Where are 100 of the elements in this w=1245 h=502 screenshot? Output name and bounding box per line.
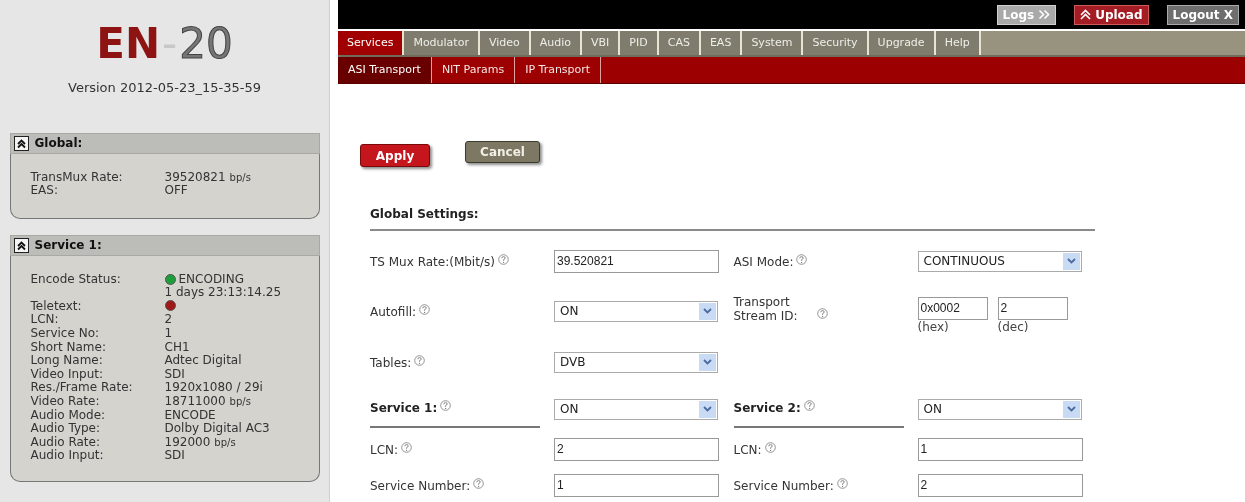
field-value: Dolby Digital AC3 (164, 422, 270, 436)
nav-tab[interactable]: Help (935, 31, 981, 56)
help-icon (803, 399, 815, 411)
nav-tab[interactable]: Modulator (404, 31, 480, 56)
field-value: CH1 (164, 340, 190, 354)
field-value: 192000 (164, 435, 211, 450)
collapse-icon[interactable] (13, 237, 29, 253)
help-icon (414, 355, 426, 366)
help-icon (401, 442, 413, 453)
field-label: ASI Mode: (733, 255, 794, 269)
nav-tab[interactable]: Audio (530, 31, 583, 56)
field-label: Short Name: (30, 340, 107, 355)
field-value: 1920x1080 / 29i (164, 381, 263, 396)
section-title: Global Settings: (370, 207, 479, 221)
collapse-icon[interactable] (13, 135, 29, 151)
input-field[interactable]: 2 (554, 437, 719, 461)
field-value: ENCODE (164, 408, 216, 422)
field-label: Audio Type: (30, 422, 102, 436)
field-value: 39520821 (164, 170, 226, 185)
dropdown[interactable]: ON (554, 300, 718, 322)
dropdown[interactable]: DVB (554, 351, 718, 373)
field-label: Service Number: (733, 479, 834, 493)
help-icon (440, 399, 452, 411)
field-label: Tables: (370, 356, 412, 370)
field-label: Transport Stream ID: (733, 295, 799, 323)
field-value: 1 days 23:13:14.25 (164, 286, 282, 300)
unit-label: bp/s (214, 435, 236, 450)
help-icon (473, 478, 485, 489)
field-caption: (dec) (997, 319, 1030, 334)
input-field[interactable]: 2 (917, 473, 1083, 497)
chevron-down-icon (703, 359, 712, 365)
input-field[interactable]: 1 (917, 437, 1083, 461)
logout-button[interactable]: Logout X (1166, 4, 1239, 25)
field-label: EAS: (30, 184, 59, 198)
field-label: Service Number: (370, 479, 471, 493)
field-label: Audio Rate: (30, 435, 101, 449)
version-label: Version 2012-05-23_15-35-59 (68, 79, 261, 97)
nav-tab[interactable]: Video (479, 31, 531, 56)
dropdown[interactable]: ON (917, 398, 1082, 420)
panel-title: Service 1: (34, 237, 102, 255)
field-label: Video Input: (30, 367, 105, 382)
help-icon (836, 478, 848, 489)
upload-button[interactable]: Upload (1074, 4, 1149, 25)
field-label: Encode Status: (30, 272, 122, 288)
field-value: Adtec Digital (164, 354, 242, 368)
chevron-down-icon (1066, 258, 1076, 264)
field-label: Teletext: (30, 299, 83, 314)
cancel-button[interactable]: Cancel (465, 141, 540, 163)
field-label: LCN: (370, 443, 399, 457)
input-field[interactable]: 0x0002 (917, 296, 988, 320)
input-field[interactable]: 39.520821 (554, 249, 719, 273)
field-label: TransMux Rate: (30, 170, 124, 185)
field-label: Autofill: (370, 305, 417, 319)
field-label: Service No: (30, 327, 101, 341)
field-value: ENCODING (178, 272, 244, 286)
field-label: Audio Mode: (30, 408, 107, 422)
field-label: Video Rate: (30, 395, 101, 409)
double-chevron-right-icon (1038, 9, 1051, 21)
field-value: 18711000 (164, 395, 226, 409)
field-label: Long Name: (30, 354, 104, 368)
panel-title: Global: (34, 135, 83, 152)
chevron-down-icon (703, 406, 712, 412)
unit-label: bp/s (229, 170, 251, 185)
chevron-down-icon (703, 308, 712, 314)
input-field[interactable]: 2 (997, 296, 1068, 320)
field-label: Res./Frame Rate: (30, 381, 134, 395)
input-field[interactable]: 1 (554, 473, 719, 497)
field-label: LCN: (733, 443, 762, 457)
field-caption: (hex) (917, 319, 950, 334)
field-label: Audio Input: (30, 449, 105, 463)
apply-button[interactable]: Apply (360, 144, 430, 167)
logo: EN-20 (96, 22, 233, 66)
field-value: SDI (164, 449, 185, 463)
help-icon (764, 442, 776, 453)
help-icon (497, 254, 509, 265)
subtab[interactable]: ASI Transport (338, 57, 432, 83)
field-label: LCN: (30, 313, 60, 327)
dropdown[interactable]: CONTINUOUS (917, 250, 1082, 272)
nav-tab[interactable]: System (742, 31, 804, 56)
section-title: Service 2: (733, 400, 801, 415)
nav-tab[interactable]: PID (620, 31, 659, 56)
help-icon (419, 304, 431, 315)
nav-tab[interactable]: Security (803, 31, 869, 56)
chevron-down-icon (1066, 406, 1076, 412)
section-title: Service 1: (370, 400, 438, 415)
field-value: 1 (164, 327, 173, 341)
nav-tab[interactable]: CAS (658, 31, 701, 56)
nav-tab[interactable]: EAS (700, 31, 743, 56)
help-icon (816, 308, 828, 319)
double-chevron-up-icon (1080, 9, 1092, 21)
dropdown[interactable]: ON (554, 398, 718, 420)
field-label: TS Mux Rate:(Mbit/s) (370, 255, 495, 269)
nav-tab[interactable]: Services (338, 31, 405, 56)
field-value: 2 (164, 313, 173, 328)
help-icon (796, 254, 808, 265)
nav-tab[interactable]: Upgrade (868, 31, 936, 56)
field-value: OFF (164, 184, 188, 198)
unit-label: bp/s (229, 395, 251, 409)
nav-tab[interactable]: VBI (582, 31, 621, 56)
field-value: SDI (164, 367, 185, 382)
